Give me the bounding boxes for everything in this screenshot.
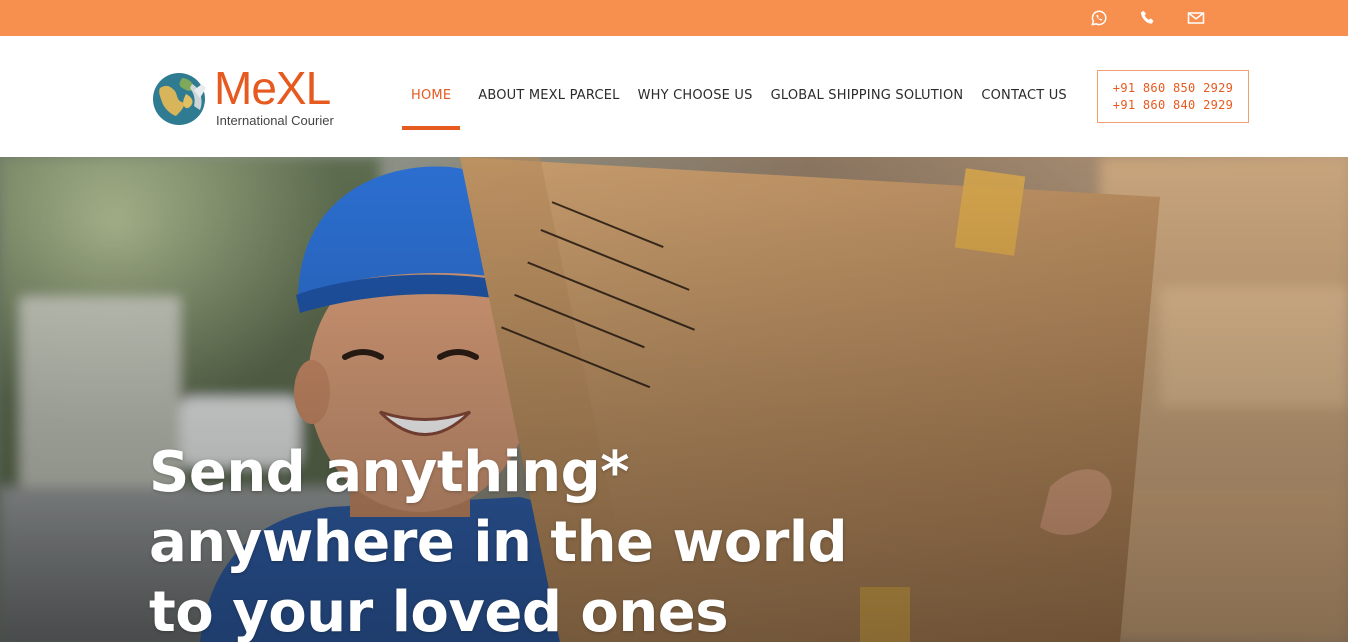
nav-contact-us[interactable]: CONTACT US [981,88,1067,103]
hero-headline: Send anything* anywhere in the world to … [149,438,848,642]
hero-line-2: anywhere in the world [149,510,848,575]
hero-line-1: Send anything* [149,440,630,505]
top-bar [0,0,1348,36]
phone-icon[interactable] [1137,7,1159,29]
hero-line-3: to your loved ones [149,580,729,642]
site-logo[interactable]: MeXL International Courier [152,65,352,132]
nav-home[interactable]: HOME [402,88,461,130]
brand-name: MeXL [214,62,331,114]
site-header: MeXL International Courier HOME ABOUT ME… [0,36,1348,157]
nav-global-shipping[interactable]: GLOBAL SHIPPING SOLUTION [771,88,964,103]
nav-why-choose-us[interactable]: WHY CHOOSE US [638,88,753,103]
phone-number-2[interactable]: +91 860 840 2929 [1113,97,1233,114]
main-nav: HOME ABOUT MEXL PARCEL WHY CHOOSE US GLO… [402,88,1085,130]
brand-tagline: International Courier [216,113,334,128]
phone-numbers-box[interactable]: +91 860 850 2929 +91 860 840 2929 [1097,70,1249,123]
nav-about[interactable]: ABOUT MEXL PARCEL [478,88,619,103]
whatsapp-icon[interactable] [1088,7,1110,29]
globe-logo-icon [153,73,206,125]
phone-number-1[interactable]: +91 860 850 2929 [1113,80,1233,97]
mail-icon[interactable] [1185,7,1207,29]
hero-banner: Send anything* anywhere in the world to … [0,157,1348,642]
